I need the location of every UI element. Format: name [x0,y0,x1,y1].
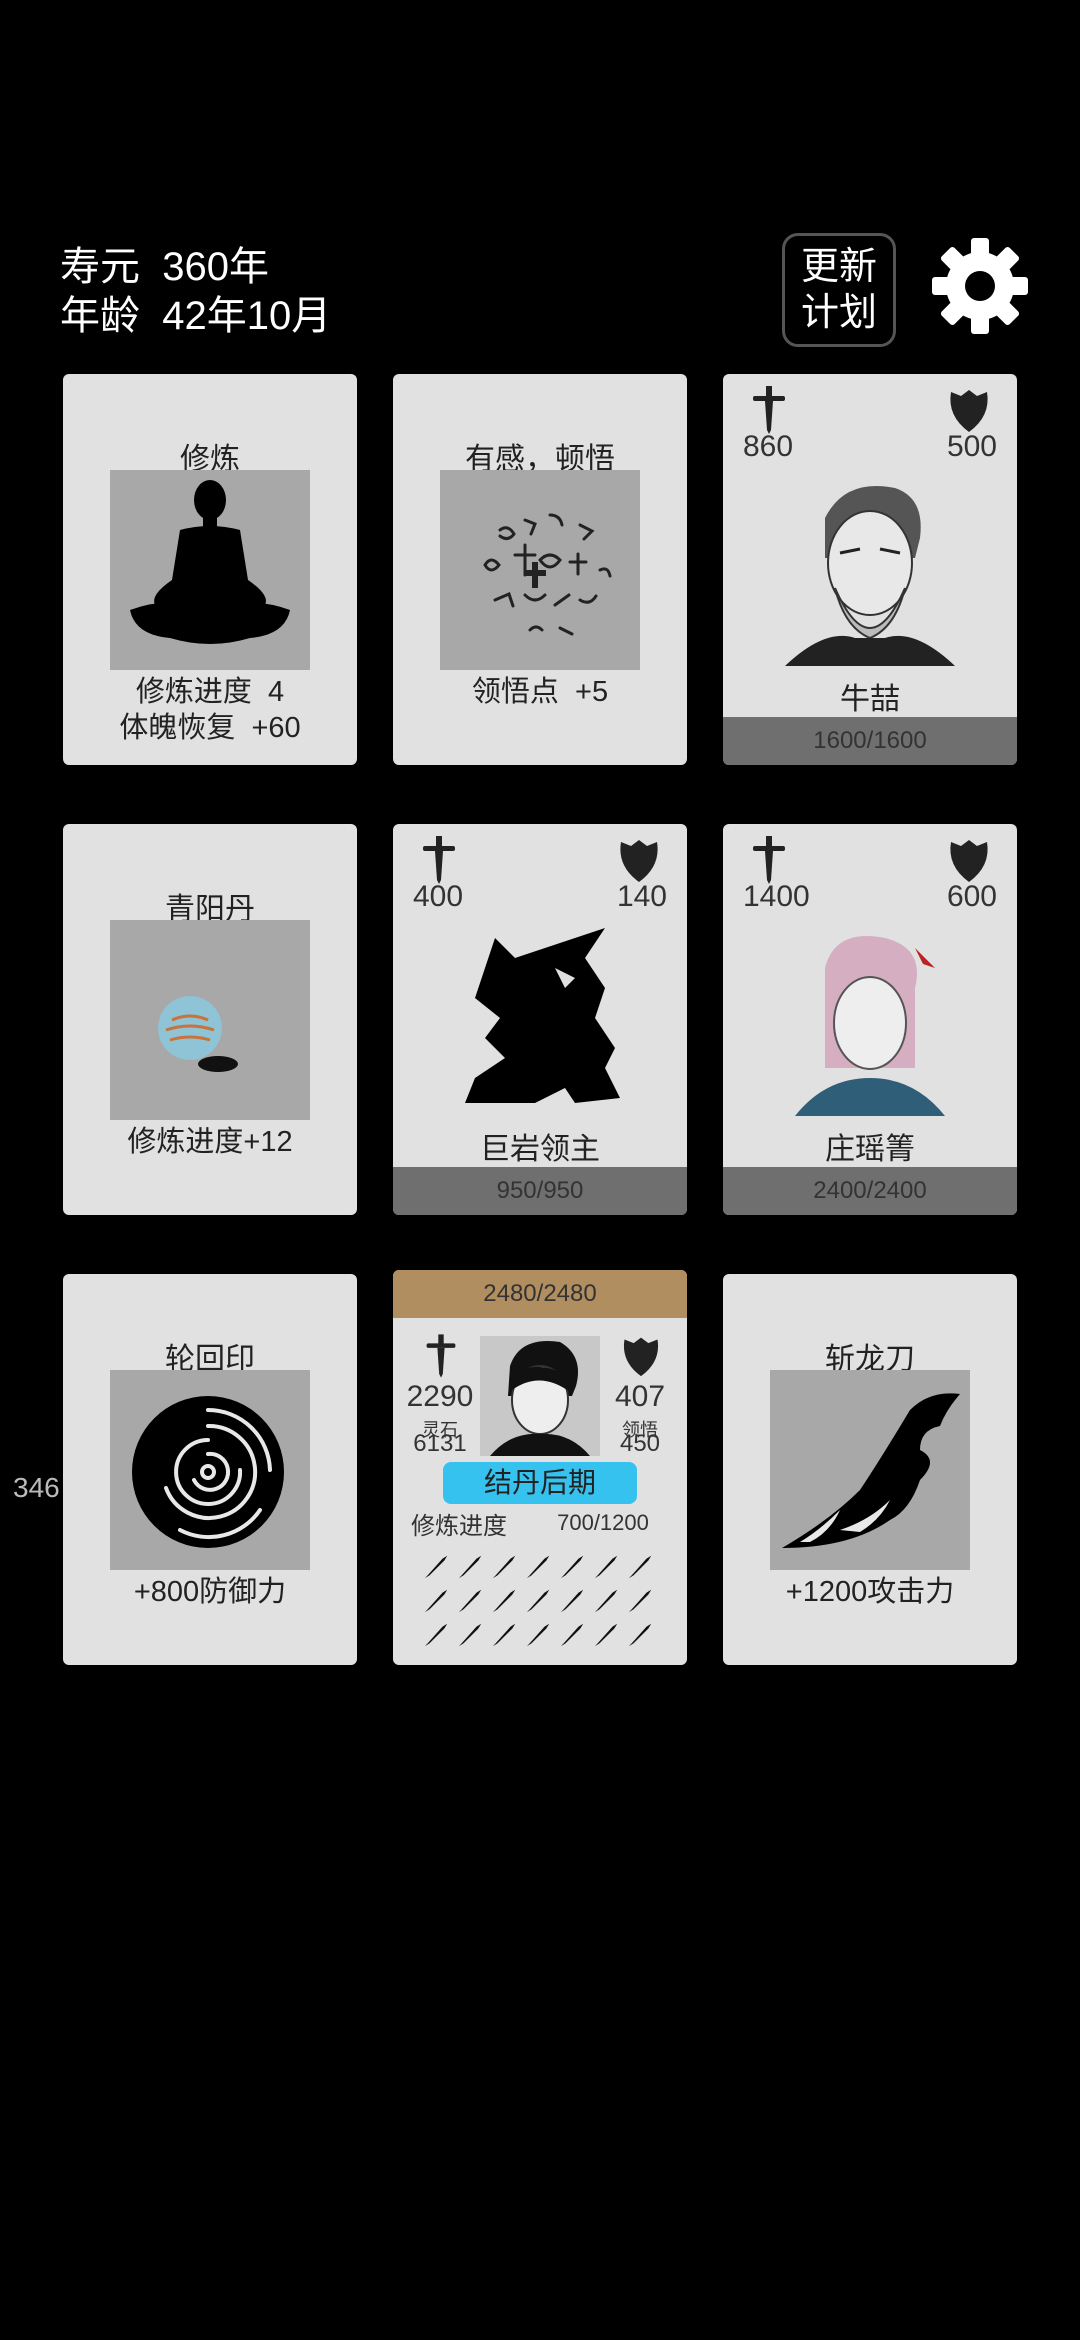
technique-blade-icon [555,1618,589,1652]
enemy-hp-bar: 2400/2400 [723,1167,1017,1215]
technique-blade-icon [623,1618,657,1652]
seal-image [110,1370,310,1570]
technique-blade-icon [419,1550,453,1584]
technique-blade-icon [453,1550,487,1584]
technique-blade-icon [589,1584,623,1618]
insight-value: 450 [619,1430,661,1457]
enemy-name: 庄瑶箐 [825,1133,915,1166]
elder-portrait [785,486,955,666]
side-value: 346 [13,1472,60,1503]
card-effect-line: 体魄恢复 +60 [119,712,301,744]
shield-icon [620,840,658,882]
pill-icon [158,996,238,1072]
card-effect-line: +800防御力 [133,1576,287,1608]
update-plan-label-1: 更新 [800,246,877,288]
technique-blade-icon [623,1550,657,1584]
card-cultivate[interactable]: 修炼 修炼进度 4 体魄恢复 +60 [63,374,357,765]
card-player[interactable]: 2480/2480 2290 灵石 6131 407 领悟 450 结丹后期 修… [393,1270,687,1665]
card-effect-line: 领悟点 +5 [471,676,609,708]
cultivator-portrait [490,1341,590,1456]
technique-blade-icon [555,1584,589,1618]
shield-icon [950,840,988,882]
sword-icon [426,1334,456,1378]
enemy-defense: 140 [616,880,667,913]
old-woman-portrait [795,936,945,1116]
player-hp-bar: 2480/2480 [393,1270,687,1318]
enemy-defense: 500 [946,430,997,463]
sword-icon [753,386,785,434]
technique-blade-icon [589,1618,623,1652]
shield-icon [623,1337,659,1377]
player-defense: 407 [614,1380,666,1413]
update-plan-button[interactable]: 更新 计划 [782,233,896,347]
player-avatar [480,1336,600,1456]
enemy-attack: 400 [413,880,464,913]
enemy-name: 巨岩领主 [480,1133,600,1166]
card-insight[interactable]: 有感，顿悟 领悟点 +5 [393,374,687,765]
card-effect-line: 修炼进度+12 [127,1126,293,1158]
shield-icon [950,390,988,432]
technique-blade-icon [453,1584,487,1618]
technique-blade-icon [521,1550,555,1584]
rock-lord-silhouette [465,928,620,1103]
pill-image [110,920,310,1120]
card-effect-line: +1200攻击力 [785,1576,955,1608]
card-enemy-niuzhe[interactable]: 860 500 牛喆 1600/1600 [723,374,1017,765]
meditation-image [110,470,310,670]
technique-blade-icon [419,1584,453,1618]
technique-blade-icon [487,1550,521,1584]
technique-blade-icon [487,1618,521,1652]
technique-blade-icon [453,1618,487,1652]
update-plan-label-2: 计划 [800,292,877,334]
sword-icon [753,836,785,884]
enemy-hp-bar: 950/950 [393,1167,687,1215]
enemy-hp-bar: 1600/1600 [723,717,1017,765]
gear-icon[interactable] [930,236,1030,336]
enemy-attack: 1400 [743,880,810,913]
technique-blade-icon [521,1584,555,1618]
technique-grid [419,1550,669,1652]
card-enemy-zhuang[interactable]: 1400 600 庄瑶箐 2400/2400 [723,824,1017,1215]
reincarnation-seal-icon [132,1396,284,1548]
calligraphy-swirl-icon [483,513,612,636]
enemy-attack: 860 [743,430,794,463]
technique-blade-icon [521,1618,555,1652]
card-pill[interactable]: 青阳丹 修炼进度+12 [63,824,357,1215]
progress-value: 700/1200 [557,1510,649,1535]
age-text: 年龄 42年10月 [60,294,332,338]
meditation-silhouette-icon [130,480,290,644]
progress-label: 修炼进度 [411,1513,507,1540]
card-effect-line: 修炼进度 4 [135,676,285,708]
technique-blade-icon [589,1550,623,1584]
sword-icon [423,836,455,884]
enemy-defense: 600 [946,880,997,913]
calligraphy-image [440,470,640,670]
card-sword[interactable]: 斩龙刀 +1200攻击力 [723,1274,1017,1665]
card-enemy-rock-lord[interactable]: 400 140 巨岩领主 950/950 [393,824,687,1215]
realm-badge: 结丹后期 [443,1462,637,1504]
technique-blade-icon [487,1584,521,1618]
spirit-stone-value: 6131 [413,1430,467,1457]
enemy-name: 牛喆 [840,683,900,716]
dragon-blade-icon [782,1393,960,1548]
card-seal[interactable]: 轮回印 +800防御力 [63,1274,357,1665]
dragon-blade-image [770,1370,970,1570]
technique-blade-icon [555,1550,589,1584]
player-attack: 2290 [406,1380,474,1413]
technique-blade-icon [623,1584,657,1618]
technique-blade-icon [419,1618,453,1652]
